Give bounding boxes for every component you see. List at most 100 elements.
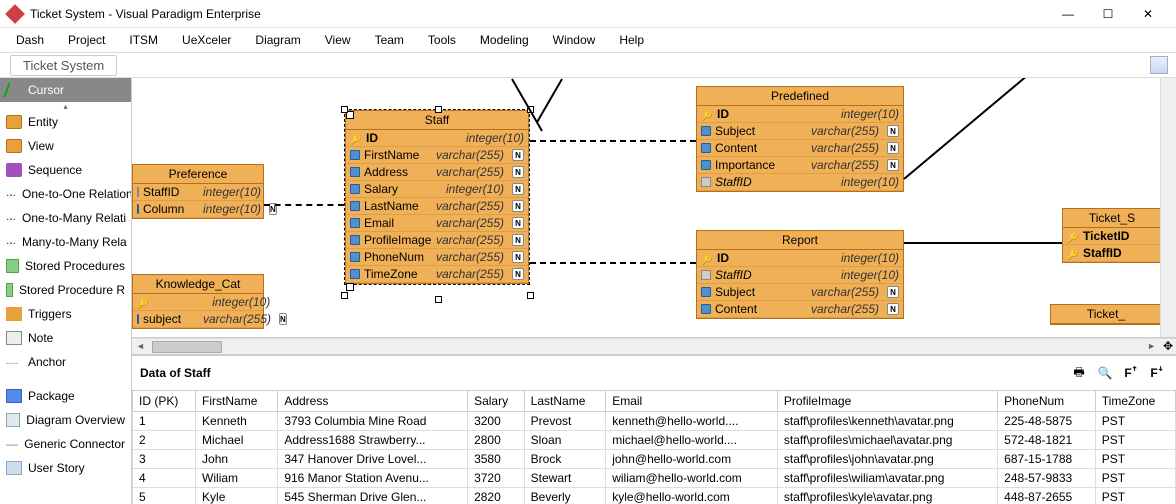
entity-column[interactable]: Columninteger(10)N (133, 201, 263, 218)
table-cell[interactable]: Beverly (524, 488, 606, 504)
canvas-scrollbar-horizontal[interactable]: ✥ (132, 338, 1176, 354)
table-cell[interactable]: 3 (133, 450, 196, 469)
data-search-icon[interactable]: 🔍 (1094, 362, 1116, 384)
table-cell[interactable]: Address1688 Strawberry... (278, 431, 468, 450)
table-header[interactable]: Email (606, 391, 778, 412)
entity-column[interactable]: Addressvarchar(255)N (346, 164, 528, 181)
table-cell[interactable]: PST (1095, 450, 1175, 469)
table-cell[interactable]: kyle@hello-world.com (606, 488, 778, 504)
entity-column[interactable]: ProfileImagevarchar(255)N (346, 232, 528, 249)
relationship-line[interactable] (530, 140, 696, 142)
table-cell[interactable]: 1 (133, 412, 196, 431)
entity-column[interactable]: IDinteger(10) (697, 106, 903, 123)
sort-asc-icon[interactable]: Fꜛ (1120, 362, 1142, 384)
table-cell[interactable]: 248-57-9833 (998, 469, 1096, 488)
table-cell[interactable]: Wiliam (196, 469, 278, 488)
menu-item-project[interactable]: Project (68, 33, 105, 47)
entity-staff[interactable]: Staff IDinteger(10)FirstNamevarchar(255)… (345, 110, 529, 284)
table-header[interactable]: ID (PK) (133, 391, 196, 412)
entity-column[interactable]: StaffIDinteger(10) (697, 174, 903, 191)
menu-item-modeling[interactable]: Modeling (480, 33, 529, 47)
table-cell[interactable]: 3720 (468, 469, 525, 488)
table-cell[interactable]: staff\profiles\michael\avatar.png (777, 431, 997, 450)
relationship-line[interactable] (903, 78, 1057, 180)
pan-icon[interactable]: ✥ (1160, 338, 1176, 354)
palette-item-view[interactable]: View (0, 134, 131, 158)
entity-column[interactable]: TicketID (1063, 228, 1161, 245)
palette-item-note[interactable]: Note (0, 326, 131, 350)
table-cell[interactable]: Brock (524, 450, 606, 469)
entity-column[interactable]: Emailvarchar(255)N (346, 215, 528, 232)
table-cell[interactable]: Prevost (524, 412, 606, 431)
entity-preference[interactable]: Preference StaffIDinteger(10)Columninteg… (132, 164, 264, 219)
entity-column[interactable]: Contentvarchar(255)N (697, 301, 903, 318)
resize-handle[interactable] (341, 106, 348, 113)
entity-column[interactable]: Salaryinteger(10)N (346, 181, 528, 198)
table-cell[interactable]: 2 (133, 431, 196, 450)
resize-handle[interactable] (527, 292, 534, 299)
table-header[interactable]: Salary (468, 391, 525, 412)
table-cell[interactable]: kenneth@hello-world.... (606, 412, 778, 431)
table-row[interactable]: 5Kyle545 Sherman Drive Glen...2820Beverl… (133, 488, 1176, 504)
table-cell[interactable]: Stewart (524, 469, 606, 488)
palette-item-trig[interactable]: Triggers (0, 302, 131, 326)
table-cell[interactable]: 2800 (468, 431, 525, 450)
entity-knowledge-cat[interactable]: Knowledge_Cat integer(10)subjectvarchar(… (132, 274, 264, 329)
close-button[interactable]: ✕ (1128, 0, 1168, 28)
palette-item-rel[interactable]: One-to-One Relation (0, 182, 131, 206)
table-cell[interactable]: 448-87-2655 (998, 488, 1096, 504)
entity-column[interactable]: Importancevarchar(255)N (697, 157, 903, 174)
entity-column[interactable]: StaffID (1063, 245, 1161, 262)
sort-desc-icon[interactable]: Fꜜ (1146, 362, 1168, 384)
entity-report[interactable]: Report IDinteger(10)StaffIDinteger(10)Su… (696, 230, 904, 319)
table-cell[interactable]: 225-48-5875 (998, 412, 1096, 431)
table-cell[interactable]: staff\profiles\wiliam\avatar.png (777, 469, 997, 488)
table-cell[interactable]: PST (1095, 488, 1175, 504)
relationship-line[interactable] (536, 79, 563, 123)
entity-ticket-s[interactable]: Ticket_S TicketIDStaffID (1062, 208, 1162, 263)
diagram-canvas[interactable]: Preference StaffIDinteger(10)Columninteg… (132, 78, 1176, 338)
entity-column[interactable]: LastNamevarchar(255)N (346, 198, 528, 215)
entity-column[interactable]: subjectvarchar(255)N (133, 311, 263, 328)
table-header[interactable]: ProfileImage (777, 391, 997, 412)
palette-item-sp[interactable]: Stored Procedures (0, 254, 131, 278)
table-cell[interactable]: Kyle (196, 488, 278, 504)
table-cell[interactable]: staff\profiles\kyle\avatar.png (777, 488, 997, 504)
table-cell[interactable]: 347 Hanover Drive Lovel... (278, 450, 468, 469)
entity-column[interactable]: IDinteger(10) (697, 250, 903, 267)
palette-item-pkg[interactable]: Package (0, 384, 131, 408)
minimize-button[interactable]: — (1048, 0, 1088, 28)
palette-item-entity[interactable]: Entity (0, 110, 131, 134)
table-header[interactable]: TimeZone (1095, 391, 1175, 412)
relationship-line[interactable] (530, 262, 696, 264)
relationship-line[interactable] (264, 204, 344, 206)
resize-handle[interactable] (435, 106, 442, 113)
maximize-button[interactable]: ☐ (1088, 0, 1128, 28)
entity-column[interactable]: IDinteger(10) (346, 130, 528, 147)
resize-handle[interactable] (341, 292, 348, 299)
entity-column[interactable]: TimeZonevarchar(255)N (346, 266, 528, 283)
palette-item-seq[interactable]: Sequence (0, 158, 131, 182)
palette-item-rel[interactable]: Many-to-Many Rela (0, 230, 131, 254)
data-table[interactable]: ID (PK)FirstNameAddressSalaryLastNameEma… (132, 390, 1176, 504)
table-cell[interactable]: 5 (133, 488, 196, 504)
table-cell[interactable]: 2820 (468, 488, 525, 504)
table-cell[interactable]: PST (1095, 412, 1175, 431)
diagram-nav-icon[interactable] (1150, 56, 1168, 74)
menu-item-diagram[interactable]: Diagram (255, 33, 300, 47)
table-cell[interactable]: Sloan (524, 431, 606, 450)
scrollbar-thumb[interactable] (152, 341, 222, 353)
entity-ticket[interactable]: Ticket_ (1050, 304, 1162, 325)
table-cell[interactable]: Michael (196, 431, 278, 450)
table-cell[interactable]: 687-15-1788 (998, 450, 1096, 469)
table-cell[interactable]: staff\profiles\kenneth\avatar.png (777, 412, 997, 431)
table-cell[interactable]: Kenneth (196, 412, 278, 431)
entity-column[interactable]: StaffIDinteger(10) (697, 267, 903, 284)
table-row[interactable]: 2MichaelAddress1688 Strawberry...2800Slo… (133, 431, 1176, 450)
table-header[interactable]: PhoneNum (998, 391, 1096, 412)
menu-item-dash[interactable]: Dash (16, 33, 44, 47)
table-cell[interactable]: PST (1095, 469, 1175, 488)
table-header[interactable]: FirstName (196, 391, 278, 412)
table-cell[interactable]: 3200 (468, 412, 525, 431)
entity-column[interactable]: StaffIDinteger(10) (133, 184, 263, 201)
